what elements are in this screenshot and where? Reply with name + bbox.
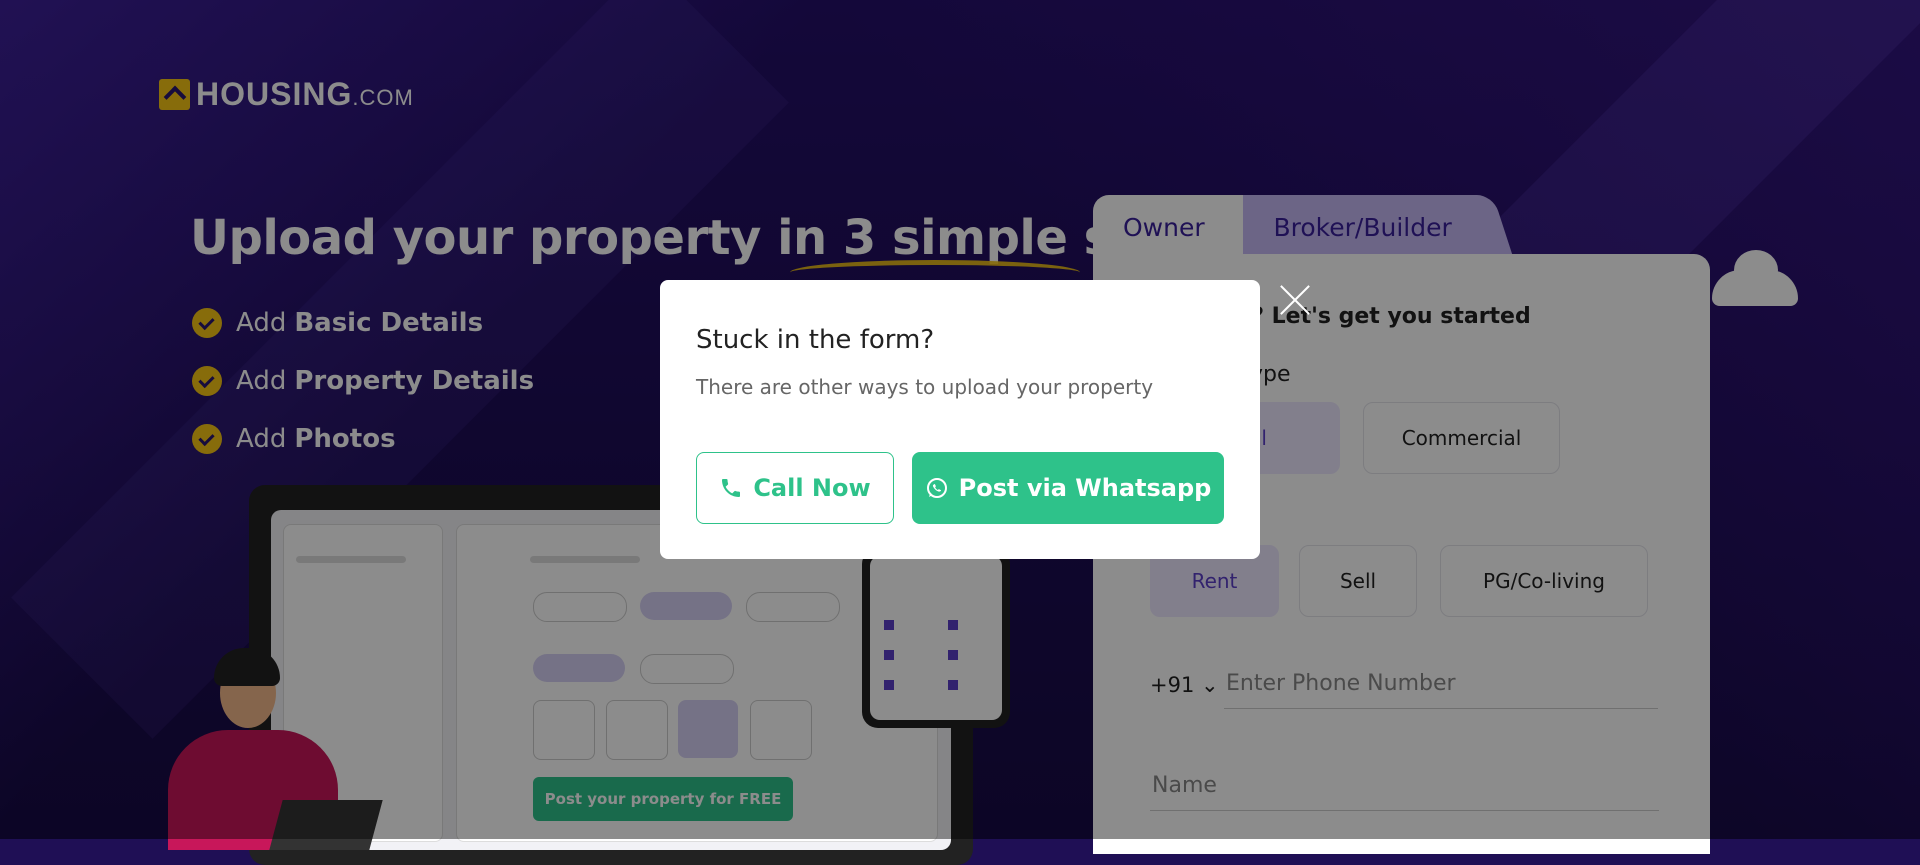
phone-icon bbox=[722, 479, 741, 497]
post-via-whatsapp-button[interactable]: Post via Whatsapp bbox=[912, 452, 1224, 524]
modal-title: Stuck in the form? bbox=[696, 325, 935, 355]
close-icon[interactable] bbox=[1275, 280, 1315, 320]
help-modal: Stuck in the form? There are other ways … bbox=[660, 280, 1260, 559]
call-now-button[interactable]: Call Now bbox=[696, 452, 894, 524]
whatsapp-icon bbox=[926, 478, 947, 498]
modal-subtitle: There are other ways to upload your prop… bbox=[696, 375, 1154, 399]
